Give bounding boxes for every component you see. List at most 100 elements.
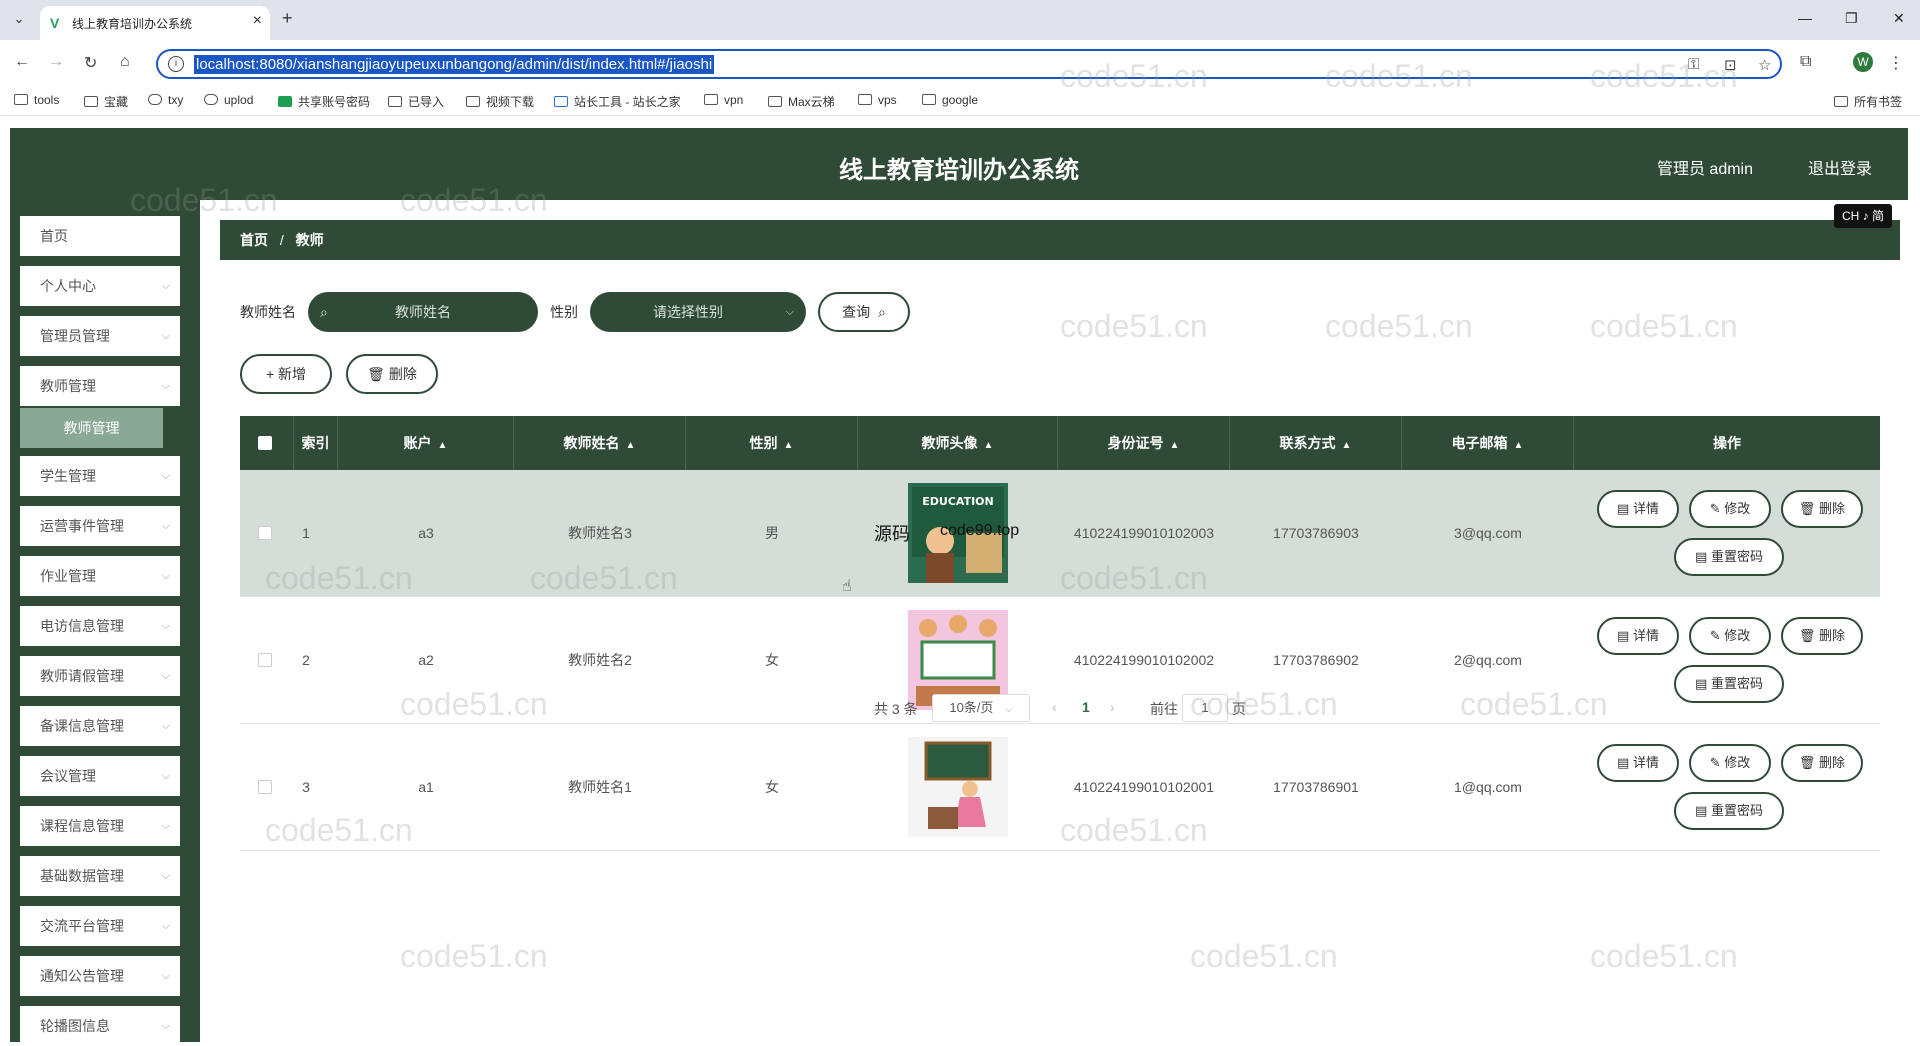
close-tab-icon[interactable]: × — [253, 12, 262, 30]
bookmark-item[interactable]: 站长工具 - 站长之家 — [554, 93, 681, 110]
sidebar-item-leave[interactable]: 教师请假管理 ⌵ — [20, 656, 180, 696]
screenshot-icon[interactable]: ⊡ — [1724, 56, 1737, 74]
next-page-icon[interactable]: › — [1110, 699, 1115, 715]
col-phone[interactable]: 联系方式 ▲ — [1230, 416, 1402, 470]
col-avatar[interactable]: 教师头像 ▲ — [858, 416, 1058, 470]
chevron-down-icon: ⌵ — [161, 770, 170, 782]
edit-button[interactable]: ✎ 修改 — [1689, 490, 1771, 528]
teacher-name-input[interactable]: ⌕ 教师姓名 — [308, 292, 538, 332]
restore-icon[interactable]: ❐ — [1845, 10, 1858, 27]
col-account[interactable]: 账户 ▲ — [338, 416, 514, 470]
edit-button[interactable]: ✎ 修改 — [1689, 617, 1771, 655]
home-icon[interactable]: ⌂ — [120, 53, 130, 71]
page-number[interactable]: 1 — [1082, 699, 1090, 715]
bookmark-item[interactable]: 共享账号密码 — [278, 93, 370, 110]
folder-icon — [768, 96, 782, 107]
row-checkbox[interactable] — [258, 780, 272, 794]
bookmark-item[interactable]: txy — [148, 93, 183, 107]
table-header: 索引 账户 ▲ 教师姓名 ▲ 性别 ▲ 教师头像 ▲ 身份证号 ▲ 联系方式 ▲ 电子邮箱 ▲… — [240, 416, 1880, 470]
tab-search-icon[interactable]: ⌄ — [8, 8, 30, 30]
sidebar-item-admins[interactable]: 管理员管理 ⌵ — [20, 316, 180, 356]
password-key-icon[interactable]: ⚿ — [1688, 56, 1699, 73]
reset-password-button[interactable]: ▤ 重置密码 — [1674, 792, 1784, 830]
sidebar-item-base-data[interactable]: 基础数据管理 ⌵ — [20, 856, 180, 896]
bookmark-item[interactable]: 视频下载 — [466, 93, 534, 110]
breadcrumb-home[interactable]: 首页 — [240, 232, 268, 248]
bookmark-item[interactable]: vps — [858, 93, 897, 107]
breadcrumb-current: 教师 — [295, 232, 324, 248]
query-button[interactable]: 查询 ⌕ — [818, 292, 910, 332]
add-button[interactable]: + 新增 — [240, 354, 332, 394]
cloud-icon — [204, 94, 218, 105]
sidebar-item-calls[interactable]: 电访信息管理 ⌵ — [20, 606, 180, 646]
page-size-select[interactable]: 10条/页 ⌵ — [932, 694, 1030, 722]
sidebar-item-forum[interactable]: 交流平台管理 ⌵ — [20, 906, 180, 946]
bookmark-item[interactable]: Max云梯 — [768, 93, 835, 110]
logout-link[interactable]: 退出登录 — [1808, 155, 1872, 179]
extensions-icon[interactable]: ⧉ — [1800, 53, 1811, 71]
chevron-down-icon: ⌵ — [1005, 704, 1013, 715]
bookmark-star-icon[interactable]: ☆ — [1758, 56, 1771, 74]
bookmark-item[interactable]: uplod — [204, 93, 253, 107]
row-checkbox[interactable] — [258, 526, 272, 540]
browser-tab[interactable]: V 线上教育培训办公系统 × — [40, 6, 270, 40]
bookmark-item[interactable]: 已导入 — [388, 93, 444, 110]
col-id-card[interactable]: 身份证号 ▲ — [1058, 416, 1230, 470]
sidebar-item-ops-events[interactable]: 运营事件管理 ⌵ — [20, 506, 180, 546]
sort-icon: ▲ — [1341, 440, 1352, 451]
reset-password-button[interactable]: ▤ 重置密码 — [1674, 538, 1784, 576]
sidebar-subitem-teacher-manage[interactable]: 教师管理 — [20, 408, 163, 448]
bookmark-item[interactable]: google — [922, 93, 978, 107]
chevron-down-icon: ⌵ — [161, 620, 170, 632]
doc-icon: ▤ — [1617, 628, 1633, 643]
all-bookmarks[interactable]: 所有书签 — [1834, 93, 1902, 110]
sidebar-item-notices[interactable]: 通知公告管理 ⌵ — [20, 956, 180, 996]
sidebar-item-students[interactable]: 学生管理 ⌵ — [20, 456, 180, 496]
goto-page-input[interactable]: 1 — [1182, 694, 1228, 722]
chart-icon — [554, 96, 568, 107]
profile-avatar[interactable]: W — [1853, 52, 1873, 72]
col-gender[interactable]: 性别 ▲ — [686, 416, 858, 470]
sidebar-item-lesson-prep[interactable]: 备课信息管理 ⌵ — [20, 706, 180, 746]
delete-button[interactable]: 🗑 删除 — [1781, 744, 1863, 782]
sidebar-item-courses[interactable]: 课程信息管理 ⌵ — [20, 806, 180, 846]
delete-button[interactable]: 🗑 删除 — [1781, 617, 1863, 655]
prev-page-icon[interactable]: ‹ — [1052, 699, 1057, 715]
back-icon[interactable]: ← — [14, 53, 30, 71]
select-all-checkbox[interactable] — [258, 436, 272, 450]
detail-button[interactable]: ▤ 详情 — [1597, 744, 1679, 782]
trash-icon: 🗑 — [1798, 755, 1820, 770]
bookmark-item[interactable]: tools — [14, 93, 59, 107]
delete-button[interactable]: 🗑 删除 — [1781, 490, 1863, 528]
browser-menu-icon[interactable]: ⋮ — [1888, 53, 1904, 73]
table-row: 1 a3 教师姓名3 男 EDUCATION 源码 code99.top 410… — [240, 470, 1880, 597]
doc-icon: ▤ — [1695, 676, 1711, 691]
site-info-icon[interactable]: i — [168, 56, 184, 72]
batch-delete-button[interactable]: 🗑 删除 — [346, 354, 438, 394]
detail-button[interactable]: ▤ 详情 — [1597, 617, 1679, 655]
edit-button[interactable]: ✎ 修改 — [1689, 744, 1771, 782]
page-suffix: 页 — [1232, 701, 1246, 717]
sidebar-item-meetings[interactable]: 会议管理 ⌵ — [20, 756, 180, 796]
gender-select[interactable]: 请选择性别 ⌵ — [590, 292, 806, 332]
sidebar-item-teachers[interactable]: 教师管理 ⌵ — [20, 366, 180, 406]
url-input[interactable]: i localhost:8080/xianshangjiaoyupeuxunba… — [156, 49, 1782, 79]
col-email[interactable]: 电子邮箱 ▲ — [1402, 416, 1574, 470]
sidebar-item-profile[interactable]: 个人中心 ⌵ — [20, 266, 180, 306]
bookmark-item[interactable]: vpn — [704, 93, 743, 107]
reset-password-button[interactable]: ▤ 重置密码 — [1674, 665, 1784, 703]
col-teacher-name[interactable]: 教师姓名 ▲ — [514, 416, 686, 470]
forward-icon[interactable]: → — [48, 53, 64, 71]
bookmark-item[interactable]: 宝藏 — [84, 93, 128, 110]
row-checkbox[interactable] — [258, 653, 272, 667]
folder-icon — [704, 94, 718, 105]
sidebar-item-homework[interactable]: 作业管理 ⌵ — [20, 556, 180, 596]
minimize-icon[interactable]: — — [1798, 10, 1812, 26]
reload-icon[interactable]: ↻ — [84, 53, 97, 73]
language-badge[interactable]: CH ♪ 简 — [1834, 204, 1892, 228]
sidebar-item-home[interactable]: 首页 — [20, 216, 180, 256]
detail-button[interactable]: ▤ 详情 — [1597, 490, 1679, 528]
new-tab-icon[interactable]: + — [282, 8, 293, 29]
sidebar-item-carousel[interactable]: 轮播图信息 ⌵ — [20, 1006, 180, 1046]
window-close-icon[interactable]: ✕ — [1893, 10, 1905, 27]
